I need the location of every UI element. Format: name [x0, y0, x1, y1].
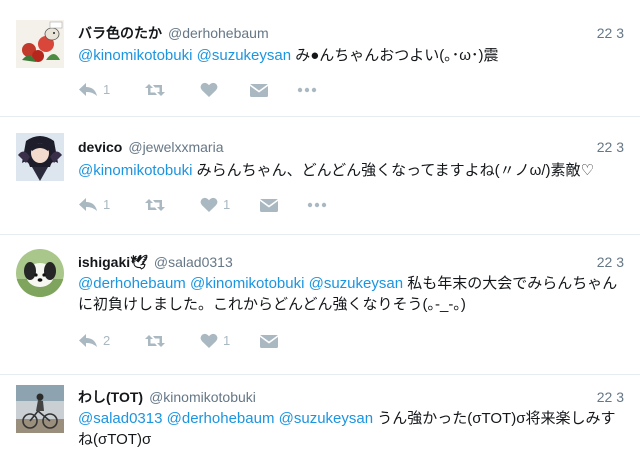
tweet-text: @derhohebaum @kinomikotobuki @suzukeysan… [78, 273, 624, 315]
reply-button[interactable]: 2 [78, 331, 110, 351]
mention-link[interactable]: @derhohebaum [78, 275, 186, 292]
user-handle[interactable]: @jewelxxmaria [128, 139, 223, 155]
text-fragment: みらんちゃん、どんどん強くなってますよね(〃ノω/)素敵♡ [192, 162, 594, 179]
reply-icon [79, 334, 97, 347]
timestamp[interactable]: 22 3 [597, 252, 624, 272]
more-dots-icon [297, 87, 317, 93]
avatar[interactable] [16, 249, 64, 297]
timestamp[interactable]: 22 3 [597, 387, 624, 407]
mention-link[interactable]: @kinomikotobuki [78, 162, 192, 179]
reply-count: 1 [103, 82, 111, 97]
retweet-button[interactable] [144, 331, 171, 351]
reply-icon [79, 198, 97, 211]
envelope-icon [249, 84, 269, 97]
reply-count: 2 [103, 333, 111, 348]
mention-link[interactable]: @derhohebaum [167, 410, 275, 427]
retweet-icon [145, 335, 165, 347]
mention-link[interactable]: @suzukeysan [279, 410, 373, 427]
avatar[interactable] [16, 20, 64, 68]
display-name[interactable]: ishigaki🕊 [78, 254, 148, 270]
tweet[interactable]: バラ色のたか @derhohebaum 22 3 @kinomikotobuki … [0, 0, 640, 117]
text-fragment: み●んちゃんおつよい(｡･ω･)震 [291, 47, 499, 64]
display-name[interactable]: devico [78, 139, 122, 155]
display-name[interactable]: バラ色のたか [78, 25, 162, 41]
retweet-button[interactable] [144, 195, 171, 215]
avatar[interactable] [16, 133, 64, 181]
heart-icon [200, 82, 218, 97]
heart-icon [200, 333, 218, 348]
reply-button[interactable]: 1 [78, 80, 110, 100]
more-dots-icon [307, 202, 327, 208]
like-button[interactable]: 1 [200, 331, 230, 351]
more-options-button[interactable] [307, 195, 327, 215]
reply-icon [79, 83, 97, 96]
mention-link[interactable]: @suzukeysan [309, 275, 403, 292]
mention-link[interactable]: @kinomikotobuki [78, 47, 192, 64]
user-handle[interactable]: @salad0313 [154, 254, 233, 270]
envelope-icon [259, 199, 279, 212]
like-button[interactable]: 1 [200, 195, 230, 215]
reply-count: 1 [103, 197, 111, 212]
display-name[interactable]: わし(TOT) [78, 389, 143, 405]
retweet-button[interactable] [144, 80, 171, 100]
heart-icon [200, 197, 218, 212]
tweet-text: @kinomikotobuki みらんちゃん、どんどん強くなってますよね(〃ノω… [78, 160, 624, 181]
more-options-button[interactable] [297, 80, 317, 100]
mention-link[interactable]: @salad0313 [78, 410, 162, 427]
tweet-text: @salad0313 @derhohebaum @suzukeysan うん強か… [78, 408, 624, 450]
timestamp[interactable]: 22 3 [597, 23, 624, 43]
retweet-icon [145, 199, 165, 211]
direct-message-button[interactable] [259, 195, 279, 215]
like-count: 1 [223, 197, 231, 212]
tweet[interactable]: わし(TOT) @kinomikotobuki 22 3 @salad0313 @… [0, 375, 640, 461]
envelope-icon [259, 335, 279, 348]
retweet-icon [145, 84, 165, 96]
user-handle[interactable]: @derhohebaum [168, 25, 269, 41]
like-count: 1 [223, 333, 231, 348]
reply-button[interactable]: 1 [78, 195, 110, 215]
mention-link[interactable]: @suzukeysan [197, 47, 291, 64]
user-handle[interactable]: @kinomikotobuki [149, 389, 256, 405]
avatar[interactable] [16, 385, 64, 433]
direct-message-button[interactable] [259, 331, 279, 351]
like-button[interactable] [200, 80, 223, 100]
direct-message-button[interactable] [249, 80, 269, 100]
tweet-text: @kinomikotobuki @suzukeysan み●んちゃんおつよい(｡… [78, 45, 624, 66]
tweet[interactable]: devico @jewelxxmaria 22 3 @kinomikotobuki… [0, 117, 640, 235]
timestamp[interactable]: 22 3 [597, 137, 624, 157]
tweet[interactable]: ishigaki🕊 @salad0313 22 3 @derhohebaum @k… [0, 235, 640, 375]
mention-link[interactable]: @kinomikotobuki [190, 275, 304, 292]
